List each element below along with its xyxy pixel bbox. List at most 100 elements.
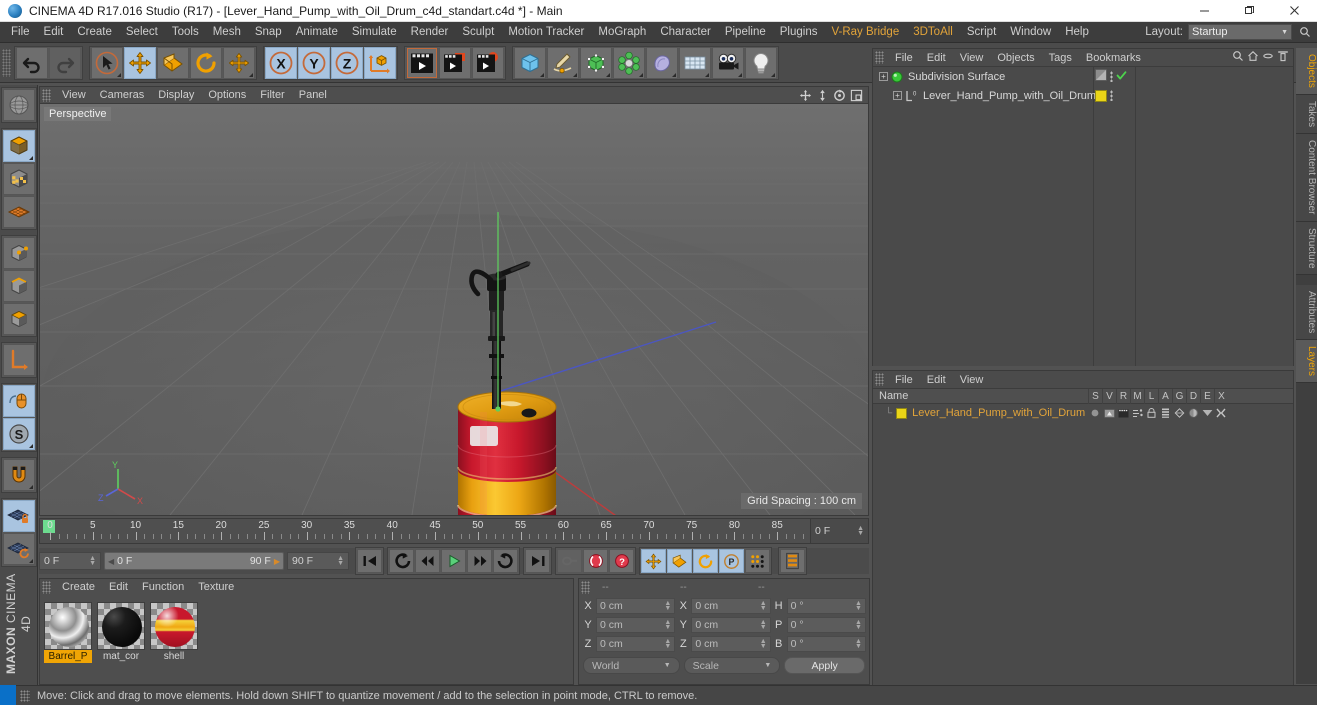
menu-vray-bridge[interactable]: V-Ray Bridge — [824, 22, 906, 43]
workplane-rotate-button[interactable] — [2, 533, 35, 565]
menu-edit[interactable]: Edit — [37, 22, 71, 43]
size-z-input[interactable]: 0 cm ▲ ▼ — [691, 635, 771, 652]
lock-workplane-button[interactable] — [2, 500, 35, 532]
search-icon[interactable] — [1232, 50, 1244, 65]
menu-render[interactable]: Render — [404, 22, 456, 43]
move-tool[interactable] — [124, 46, 156, 79]
layer-lock-cell[interactable] — [1144, 408, 1158, 418]
enabled-check-icon[interactable] — [1116, 70, 1127, 84]
object-menu-objects[interactable]: Objects — [990, 49, 1041, 67]
uv-mesh-mode-button[interactable] — [2, 196, 35, 228]
object-expander[interactable]: + — [893, 91, 905, 100]
layer-expressions-cell[interactable] — [1200, 409, 1214, 417]
material-item[interactable]: mat_cor — [97, 602, 145, 663]
go-to-end-button[interactable] — [525, 549, 550, 573]
viewport-menu-cameras[interactable]: Cameras — [93, 87, 152, 104]
go-to-previous-key-button[interactable] — [389, 549, 414, 573]
timeline-ruler[interactable]: 051015202530354045505560657075808590 — [40, 519, 810, 543]
render-settings-button[interactable] — [472, 46, 504, 79]
object-expander[interactable]: + — [879, 72, 891, 81]
size-x-input[interactable]: 0 cm ▲ ▼ — [691, 597, 771, 614]
size-y-input[interactable]: 0 cm ▲ ▼ — [691, 616, 771, 633]
magnet-tool-button[interactable] — [2, 459, 35, 491]
menu-sculpt[interactable]: Sculpt — [455, 22, 501, 43]
axis-modify-button[interactable] — [2, 344, 35, 376]
layer-menu-edit[interactable]: Edit — [920, 371, 953, 389]
scale-tool[interactable] — [157, 46, 189, 79]
range-left-arrow-icon[interactable]: ◀ — [108, 557, 114, 566]
play-button[interactable] — [441, 549, 466, 573]
layer-xref-cell[interactable] — [1214, 408, 1228, 418]
spinner-icon[interactable]: ▲ ▼ — [89, 555, 96, 567]
maximize-button[interactable] — [1227, 0, 1272, 22]
viewport-menu-options[interactable]: Options — [201, 87, 253, 104]
layer-column-d[interactable]: D — [1186, 388, 1200, 404]
object-menu-edit[interactable]: Edit — [920, 49, 953, 67]
plus-icon[interactable]: + — [893, 91, 902, 100]
preview-range-slider[interactable]: ◀ 0 F 90 F ▶ — [104, 552, 284, 570]
expand-icon[interactable] — [1277, 50, 1289, 65]
rotation-h-input[interactable]: 0 ° ▲ ▼ — [786, 597, 866, 614]
menu-select[interactable]: Select — [119, 22, 165, 43]
layer-color-swatch[interactable] — [896, 407, 908, 419]
add-scene-object-button[interactable] — [679, 46, 711, 79]
key-position-button[interactable] — [641, 549, 666, 573]
search-icon[interactable] — [1296, 23, 1314, 41]
menu-mesh[interactable]: Mesh — [206, 22, 248, 43]
menu-create[interactable]: Create — [70, 22, 119, 43]
lock-z-axis-button[interactable]: Z — [331, 46, 363, 79]
menu-animate[interactable]: Animate — [289, 22, 345, 43]
layer-render-cell[interactable] — [1116, 409, 1130, 418]
menu-window[interactable]: Window — [1003, 22, 1058, 43]
autokeying-toggle-button[interactable]: ? — [609, 549, 634, 573]
add-array-button[interactable] — [613, 46, 645, 79]
menu-help[interactable]: Help — [1058, 22, 1096, 43]
add-cube-button[interactable] — [514, 46, 546, 79]
menu-pipeline[interactable]: Pipeline — [718, 22, 773, 43]
object-menu-view[interactable]: View — [953, 49, 991, 67]
viewport-solo-button[interactable] — [2, 385, 35, 417]
object-menu-bookmarks[interactable]: Bookmarks — [1079, 49, 1148, 67]
material-thumbnail[interactable] — [97, 602, 145, 650]
anim-start-field[interactable]: 0 F ▲ ▼ — [39, 552, 101, 570]
menu-3dtoall[interactable]: 3DToAll — [906, 22, 960, 43]
polygons-mode-button[interactable] — [2, 303, 35, 335]
layer-column-e[interactable]: E — [1200, 388, 1214, 404]
menu-character[interactable]: Character — [653, 22, 718, 43]
key-parameter-button[interactable]: P — [719, 549, 744, 573]
menu-script[interactable]: Script — [960, 22, 1003, 43]
menu-mograph[interactable]: MoGraph — [591, 22, 653, 43]
tab-layers[interactable]: Layers — [1296, 340, 1317, 384]
dolly-icon[interactable] — [815, 88, 830, 103]
key-point-level-animation-button[interactable] — [745, 549, 770, 573]
material-item[interactable]: Barrel_P — [44, 602, 92, 663]
add-light-button[interactable] — [745, 46, 777, 79]
go-to-previous-frame-button[interactable] — [415, 549, 440, 573]
close-button[interactable] — [1272, 0, 1317, 22]
material-menu-function[interactable]: Function — [135, 579, 191, 596]
object-row-lever-hand-pump[interactable]: + 0 Lever_Hand_Pump_with_Oil_Drum — [873, 86, 1293, 105]
live-selection-tool[interactable] — [91, 46, 123, 79]
material-name[interactable]: mat_cor — [97, 650, 145, 663]
layer-column-v[interactable]: V — [1102, 388, 1116, 404]
menu-tools[interactable]: Tools — [165, 22, 206, 43]
layer-manager-cell[interactable] — [1130, 408, 1144, 418]
layer-column-x[interactable]: X — [1214, 388, 1228, 404]
position-x-input[interactable]: 0 cm ▲ ▼ — [596, 597, 676, 614]
object-manager-grip[interactable] — [875, 51, 884, 64]
add-deformer-button[interactable] — [646, 46, 678, 79]
anim-end-field[interactable]: 90 F ▲ ▼ — [287, 552, 349, 570]
material-name[interactable]: shell — [150, 650, 198, 663]
add-nurbs-button[interactable] — [580, 46, 612, 79]
spinner-icon[interactable]: ▲ ▼ — [857, 525, 864, 537]
home-icon[interactable] — [1247, 50, 1259, 65]
orbit-icon[interactable] — [832, 88, 847, 103]
layer-column-r[interactable]: R — [1116, 388, 1130, 404]
layer-column-a[interactable]: A — [1158, 388, 1172, 404]
layer-solo-cell[interactable] — [1088, 409, 1102, 417]
object-row-subdivision-surface[interactable]: + Subdivision Surface — [873, 67, 1293, 86]
rotate-tool[interactable] — [190, 46, 222, 79]
layer-menu-file[interactable]: File — [888, 371, 920, 389]
key-scale-button[interactable] — [667, 549, 692, 573]
material-menu-edit[interactable]: Edit — [102, 579, 135, 596]
